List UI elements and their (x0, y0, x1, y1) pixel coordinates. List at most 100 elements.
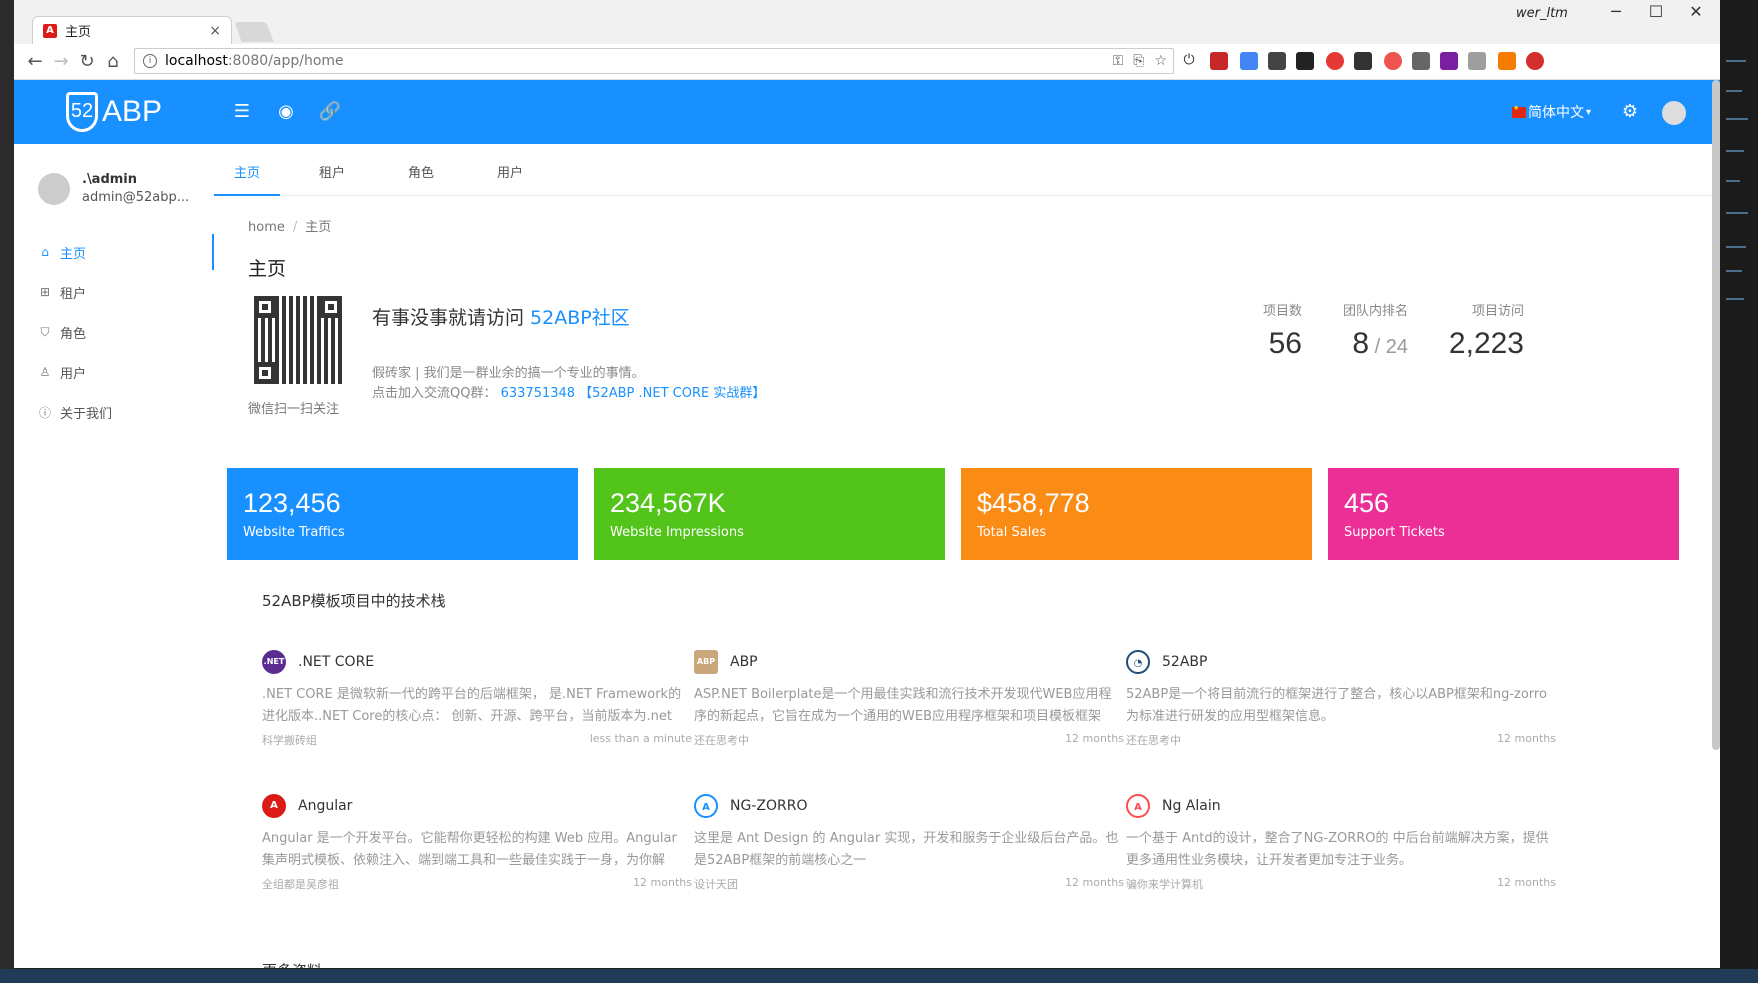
tech-time: 12 months (1065, 876, 1124, 889)
url-host: localhost (165, 53, 228, 69)
orange-extension-icon[interactable] (1498, 52, 1516, 70)
tech-name: .NET CORE (298, 654, 375, 670)
sidebar-item-home[interactable]: ⌂ 主页 (14, 232, 214, 272)
bookmark-star-icon[interactable]: ☆ (1154, 53, 1167, 69)
gear-icon[interactable]: ⚙ (1618, 100, 1642, 124)
browser-tab[interactable]: A 主页 × (32, 16, 232, 44)
menu-fold-icon[interactable]: ☰ (230, 100, 254, 124)
tech-name: NG-ZORRO (730, 798, 808, 814)
tab-roles[interactable]: 角色 (388, 162, 454, 196)
chevron-down-icon: ▾ (1586, 106, 1592, 118)
app-header: 52 ABP ☰ ◉ 🔗 简体中文 ▾ ⚙ (14, 80, 1720, 144)
tech-name: 52ABP (1162, 654, 1208, 670)
sidebar-item-roles[interactable]: ⛉ 角色 (14, 312, 214, 352)
sidebar-item-about[interactable]: ⓘ 关于我们 (14, 392, 214, 432)
language-label: 简体中文 (1528, 105, 1584, 121)
card-website-traffics: 123,456 Website Traffics (227, 468, 578, 560)
card-label: Support Tickets (1344, 525, 1445, 540)
gray-extension-icon[interactable] (1468, 52, 1486, 70)
community-link[interactable]: 52ABP社区 (530, 307, 630, 329)
card-label: Website Traffics (243, 525, 345, 540)
tech-author: 还在思考中 (694, 734, 749, 747)
tech-time: less than a minute (589, 732, 692, 745)
tab-strip: A 主页 × wer_ltm ─ ☐ ✕ (14, 0, 1720, 44)
qq-label: 点击加入交流QQ群： (372, 386, 501, 401)
more-resources-title: 更多资料 (262, 960, 322, 968)
breadcrumb-home[interactable]: home (248, 220, 285, 235)
card-value: 234,567K (610, 488, 726, 518)
address-bar[interactable]: i localhost:8080/app/home ⚿ ⎘ ☆ (134, 48, 1174, 74)
china-flag-icon (1512, 104, 1526, 118)
github-icon[interactable]: ◉ (274, 100, 298, 124)
stat-value: 2,223 (1448, 327, 1524, 360)
card-label: Total Sales (977, 525, 1047, 540)
tab-tenants[interactable]: 租户 (299, 162, 365, 196)
card-label: Website Impressions (610, 525, 744, 540)
link-icon[interactable]: 🔗 (318, 100, 342, 124)
extension-red-icon[interactable] (1210, 52, 1228, 70)
es-extension-icon[interactable] (1412, 52, 1430, 70)
maximize-button[interactable]: ☐ (1636, 2, 1676, 21)
tech-name: Ng Alain (1162, 798, 1221, 814)
tech-description: Angular 是一个开发平台。它能帮你更轻松的构建 Web 应用。Angula… (262, 831, 677, 868)
ghost-extension-icon[interactable] (1354, 52, 1372, 70)
screen-extension-icon[interactable] (1268, 52, 1286, 70)
qr-corner (254, 362, 276, 384)
tech-author: 全组都是吴彦祖 (262, 878, 339, 891)
card-value: 123,456 (243, 488, 341, 518)
onenote-extension-icon[interactable] (1440, 52, 1458, 70)
page-scrollbar[interactable] (1712, 80, 1720, 750)
forward-arrow-icon[interactable]: → (48, 49, 74, 75)
role-icon: ⛉ (40, 324, 50, 339)
stat-project-visits: 项目访问 2,223 (1424, 300, 1524, 361)
tech-item-ng-zorro[interactable]: A NG-ZORRO 这里是 Ant Design 的 Angular 实现，开发… (694, 794, 1124, 892)
tech-item-dotnet[interactable]: .NET .NET CORE .NET CORE 是微软新一代的跨平台的后端框架，… (262, 650, 692, 748)
stat-team-rank: 团队内排名 8 / 24 (1320, 300, 1408, 361)
info-icon: ⓘ (38, 405, 51, 420)
logo[interactable]: 52 ABP (66, 92, 162, 132)
translate-icon[interactable]: ⎘ (1133, 53, 1144, 69)
breadcrumb-separator: / (292, 220, 298, 235)
google-translate-extension-icon[interactable] (1240, 52, 1258, 70)
key-icon[interactable]: ⚿ (1113, 53, 1124, 69)
tab-users[interactable]: 用户 (477, 162, 543, 196)
close-window-button[interactable]: ✕ (1676, 2, 1716, 21)
sidebar-item-label: 主页 (60, 246, 87, 262)
card-support-tickets: 456 Support Tickets (1328, 468, 1679, 560)
tab-home[interactable]: 主页 (214, 162, 280, 196)
tech-description: ASP.NET Boilerplate是一个用最佳实践和流行技术开发现代WEB应… (694, 687, 1112, 724)
new-tab-button[interactable] (234, 22, 274, 42)
red-circle-extension-icon[interactable] (1384, 52, 1402, 70)
main-content: 主页 租户 角色 用户 home / 主页 主页 微信扫一扫关注 有事没事就请访问 … (214, 144, 1720, 968)
minimize-button[interactable]: ─ (1596, 2, 1636, 21)
tech-item-52abp[interactable]: ◔ 52ABP 52ABP是一个将目前流行的框架进行了整合，核心以ABP框架和ng… (1126, 650, 1556, 748)
header-avatar[interactable] (1662, 101, 1686, 125)
ng-zorro-icon: A (694, 794, 718, 818)
browser-tab-title: 主页 (65, 25, 92, 40)
reload-icon[interactable]: ↻ (74, 49, 100, 75)
back-arrow-icon[interactable]: ← (22, 49, 48, 75)
home-button-icon[interactable]: ⌂ (100, 49, 126, 75)
mail-extension-icon[interactable] (1296, 52, 1314, 70)
language-selector[interactable]: 简体中文 ▾ (1512, 102, 1591, 122)
ng-alain-icon: A (1126, 794, 1150, 818)
tech-item-abp[interactable]: ABP ABP ASP.NET Boilerplate是一个用最佳实践和流行技术开… (694, 650, 1124, 748)
tech-author: 科学搬砖组 (262, 734, 317, 747)
power-extension-icon[interactable]: ⏻ (1180, 52, 1198, 70)
sidebar-item-users[interactable]: ♙ 用户 (14, 352, 214, 392)
close-tab-icon[interactable]: × (209, 23, 221, 39)
tech-time: 12 months (1497, 732, 1556, 745)
tech-item-angular[interactable]: A Angular Angular 是一个开发平台。它能帮你更轻松的构建 Web … (262, 794, 692, 892)
qq-group-link[interactable]: 633751348 【52ABP .NET CORE 实战群】 (501, 386, 766, 401)
sidebar-item-tenants[interactable]: ⊞ 租户 (14, 272, 214, 312)
site-info-icon[interactable]: i (143, 54, 157, 68)
tech-item-ng-alain[interactable]: A Ng Alain 一个基于 Antd的设计，整合了NG-ZORRO的 中后台前… (1126, 794, 1556, 892)
upload-extension-icon[interactable] (1526, 52, 1544, 70)
qr-caption: 微信扫一扫关注 (248, 402, 340, 417)
tech-author: 骗你来学计算机 (1126, 878, 1203, 891)
logo-text: ABP (101, 95, 162, 128)
tenants-icon: ⊞ (39, 285, 51, 299)
tech-description: 52ABP是一个将目前流行的框架进行了整合，核心以ABP框架和ng-zorro为… (1126, 687, 1547, 724)
breadcrumb-current: 主页 (305, 220, 332, 235)
opera-extension-icon[interactable] (1326, 52, 1344, 70)
